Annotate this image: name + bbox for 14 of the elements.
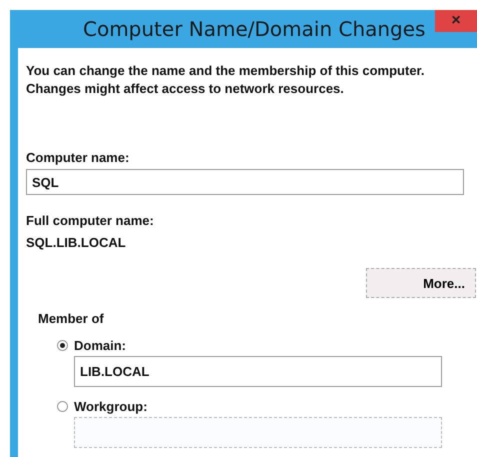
radio-label[interactable]: Workgroup: [74,399,148,414]
full-name-text: SQL.LIB.LOCAL [26,235,127,250]
section-label: Member of [38,311,105,326]
more-button[interactable]: More... [366,268,476,298]
close-button[interactable]: × [435,10,477,32]
field-label: Full computer name: [26,213,155,228]
field-label: Computer name: [26,150,130,165]
radio-button[interactable] [57,401,68,412]
window-title: Computer Name/Domain Changes [83,17,426,41]
radio-label[interactable]: Domain: [74,338,126,353]
computer-name-field[interactable]: SQL [26,169,464,195]
intro-text: You can change the name and the membership of this computer. Changes might affect access to network resources. [26,62,426,98]
input-field[interactable]: LIB.LOCAL [74,356,442,387]
radio-button[interactable] [57,340,68,351]
